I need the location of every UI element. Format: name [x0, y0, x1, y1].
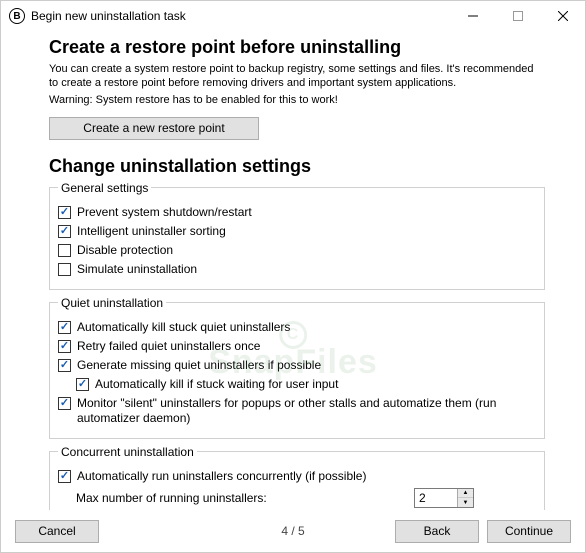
checkbox-label: Automatically kill if stuck waiting for …: [95, 377, 338, 392]
general-settings-group: General settings Prevent system shutdown…: [49, 181, 545, 290]
window-title: Begin new uninstallation task: [31, 9, 450, 23]
content-area: C SnapFiles Create a restore point befor…: [1, 31, 585, 510]
checkbox[interactable]: [76, 378, 89, 391]
quiet-uninstall-group: Quiet uninstallation Automatically kill …: [49, 296, 545, 439]
checkbox-label: Automatically kill stuck quiet uninstall…: [77, 320, 290, 335]
checkbox-row: Generate missing quiet uninstallers if p…: [58, 358, 536, 373]
checkbox-label: Retry failed quiet uninstallers once: [77, 339, 260, 354]
checkbox-label: Automatically run uninstallers concurren…: [77, 469, 366, 484]
checkbox-row: Disable protection: [58, 243, 536, 258]
minimize-button[interactable]: [450, 1, 495, 31]
cancel-button[interactable]: Cancel: [15, 520, 99, 543]
maximize-button: [495, 1, 540, 31]
checkbox[interactable]: [58, 225, 71, 238]
checkbox-label: Prevent system shutdown/restart: [77, 205, 252, 220]
checkbox-row: Retry failed quiet uninstallers once: [58, 339, 536, 354]
checkbox[interactable]: [58, 397, 71, 410]
checkbox-row: Automatically kill stuck quiet uninstall…: [58, 320, 536, 335]
restore-heading: Create a restore point before uninstalli…: [49, 37, 545, 58]
concurrent-uninstall-group: Concurrent uninstallation Automatically …: [49, 445, 545, 510]
spinner-down-icon[interactable]: ▼: [458, 498, 473, 507]
quiet-legend: Quiet uninstallation: [58, 296, 166, 310]
footer: Cancel 4 / 5 Back Continue: [1, 510, 585, 552]
checkbox-row: Simulate uninstallation: [58, 262, 536, 277]
checkbox-label: Simulate uninstallation: [77, 262, 197, 277]
checkbox[interactable]: [58, 321, 71, 334]
spinner-up-icon[interactable]: ▲: [458, 489, 473, 499]
checkbox-label: Intelligent uninstaller sorting: [77, 224, 226, 239]
continue-button[interactable]: Continue: [487, 520, 571, 543]
general-legend: General settings: [58, 181, 151, 195]
checkbox-row: Intelligent uninstaller sorting: [58, 224, 536, 239]
settings-heading: Change uninstallation settings: [49, 156, 545, 177]
checkbox-row: Prevent system shutdown/restart: [58, 205, 536, 220]
concurrent-legend: Concurrent uninstallation: [58, 445, 197, 459]
restore-description: You can create a system restore point to…: [49, 62, 545, 91]
checkbox[interactable]: [58, 244, 71, 257]
create-restore-point-button[interactable]: Create a new restore point: [49, 117, 259, 140]
app-icon: B: [9, 8, 25, 24]
titlebar: B Begin new uninstallation task: [1, 1, 585, 31]
checkbox-row: Automatically kill if stuck waiting for …: [76, 377, 536, 392]
checkbox-row: Monitor "silent" uninstallers for popups…: [58, 396, 536, 426]
close-button[interactable]: [540, 1, 585, 31]
checkbox[interactable]: [58, 263, 71, 276]
back-button[interactable]: Back: [395, 520, 479, 543]
restore-warning: Warning: System restore has to be enable…: [49, 93, 545, 107]
checkbox-label: Generate missing quiet uninstallers if p…: [77, 358, 321, 373]
checkbox-row: Automatically run uninstallers concurren…: [58, 469, 536, 484]
max-uninstallers-spinner[interactable]: 2 ▲ ▼: [414, 488, 474, 508]
checkbox[interactable]: [58, 340, 71, 353]
checkbox-label: Disable protection: [77, 243, 173, 258]
checkbox[interactable]: [58, 359, 71, 372]
page-indicator: 4 / 5: [281, 524, 304, 538]
checkbox[interactable]: [58, 206, 71, 219]
checkbox[interactable]: [58, 470, 71, 483]
max-uninstallers-value[interactable]: 2: [415, 489, 457, 507]
checkbox-label: Monitor "silent" uninstallers for popups…: [77, 396, 536, 426]
max-uninstallers-label: Max number of running uninstallers:: [76, 491, 406, 505]
